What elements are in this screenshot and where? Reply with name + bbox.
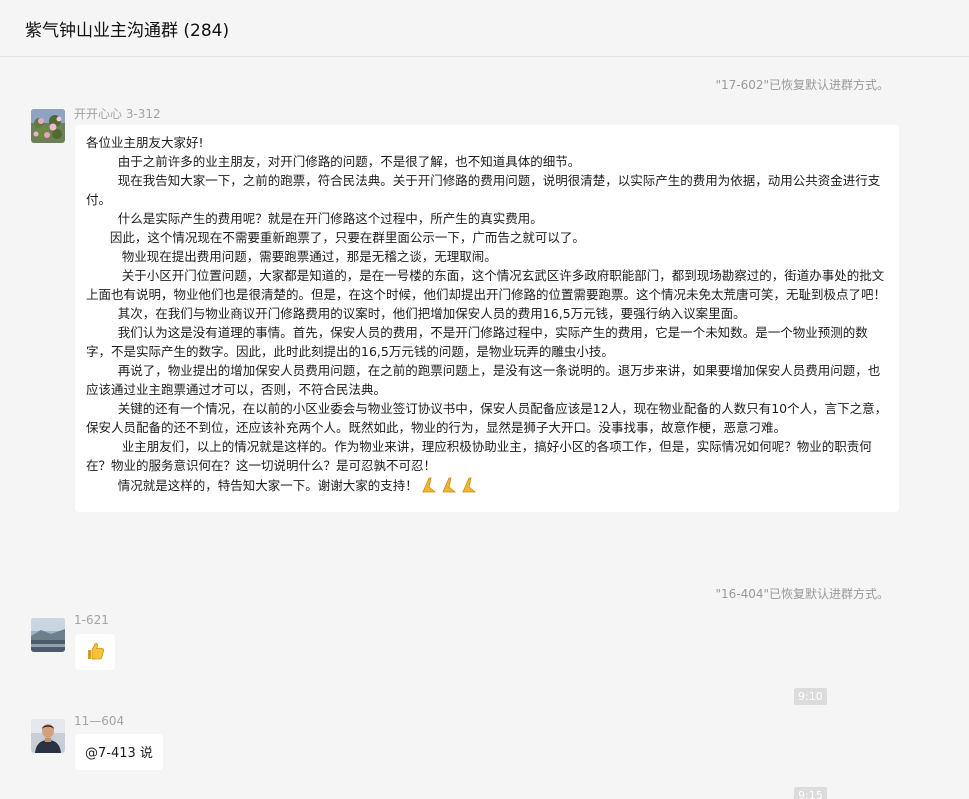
message-paragraph-last: 情况就是这样的，特告知大家一下。谢谢大家的支持！ [86,475,889,498]
message-paragraph: 因此，这个情况现在不需要重新跑票了，只要在群里面公示一下，广而告之就可以了。 [86,230,585,245]
message-paragraph: 其次，在我们与物业商议开门修路费用的议案时，他们把增加保安人员的费用16,5万元… [86,306,746,321]
system-notice: "16-404"已恢复默认进群方式。 [715,587,889,601]
message-paragraph: 物业现在提出费用问题，需要跑票通过，那是无稽之谈，无理取闹。 [86,249,497,264]
thumbs-up-icon [86,642,105,665]
message-bubble[interactable]: 各位业主朋友大家好! 由于之前许多的业主朋友，对开门修路的问题，不是很了解，也不… [75,125,899,512]
chat-header: 紫气钟山业主沟通群 (284) [0,0,969,57]
timestamp: 9:15 [794,787,827,799]
sender-name: 1-621 [74,613,109,627]
pray-hands-icon [420,475,480,498]
avatar-person[interactable] [31,719,65,753]
message-paragraph: 再说了，物业提出的增加保安人员费用问题，在之前的跑票问题上，是没有这一条说明的。… [86,363,881,397]
avatar-landscape[interactable] [31,618,65,652]
sender-name: 开开心心 3-312 [74,107,161,121]
avatar-flowers[interactable] [31,109,65,143]
message-text: @7-413 说 [85,746,153,761]
sender-name: 11—604 [74,714,125,728]
message-paragraph: 现在我告知大家一下，之前的跑票，符合民法典。关于开门修路的费用问题，说明很清楚，… [86,173,881,207]
chat-title[interactable]: 紫气钟山业主沟通群 (284) [25,16,229,41]
message-paragraph: 业主朋友们，以上的情况就是这样的。作为物业来讲，理应积极协助业主，搞好小区的各项… [86,439,872,473]
timestamp: 9:10 [794,688,827,705]
message-bubble-emoji[interactable] [75,634,115,670]
message-paragraph: 关于小区开门位置问题，大家都是知道的，是在一号楼的东面，这个情况玄武区许多政府职… [86,268,887,302]
message-paragraph: 什么是实际产生的费用呢？就是在开门修路这个过程中，所产生的真实费用。 [86,211,543,226]
message-paragraph: 由于之前许多的业主朋友，对开门修路的问题，不是很了解，也不知道具体的细节。 [86,154,581,169]
message-paragraph: 我们认为这是没有道理的事情。首先，保安人员的费用，不是开门修路过程中，实际产生的… [86,325,868,359]
message-paragraph: 关键的还有一个情况，在以前的小区业委会与物业签订协议书中，保安人员配备应该是12… [86,401,888,435]
message-paragraph: 各位业主朋友大家好! [86,135,204,150]
message-bubble[interactable]: @7-413 说 [75,734,163,770]
message-paragraph-text: 情况就是这样的，特告知大家一下。谢谢大家的支持！ [86,478,418,493]
system-notice: "17-602"已恢复默认进群方式。 [715,78,889,92]
message-list[interactable]: "17-602"已恢复默认进群方式。 开开心心 3-312 各位业主朋友大家好!… [0,57,969,799]
